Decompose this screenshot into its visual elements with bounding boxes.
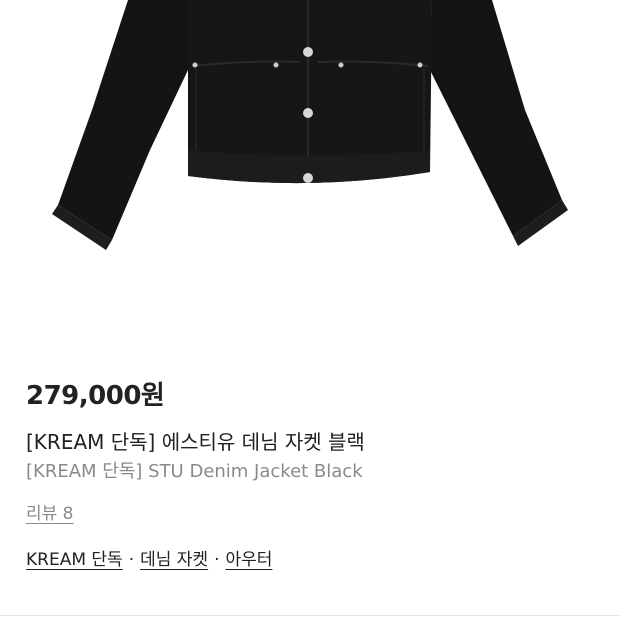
product-price: 279,000원 <box>26 381 165 411</box>
tag-kream-exclusive[interactable]: KREAM 단독 <box>26 550 123 570</box>
divider <box>0 615 620 616</box>
tag-outerwear[interactable]: 아우터 <box>225 550 272 570</box>
product-image[interactable] <box>0 0 620 345</box>
review-link[interactable]: 리뷰 8 <box>26 501 74 527</box>
tag-separator: · <box>128 550 135 570</box>
category-tags: KREAM 단독 · 데님 자켓 · 아우터 <box>26 547 600 573</box>
product-title-korean: [KREAM 단독] 에스티유 데님 자켓 블랙 <box>26 430 365 454</box>
tag-denim-jacket[interactable]: 데님 자켓 <box>140 550 208 570</box>
black-denim-jacket-image <box>52 0 568 250</box>
tag-separator: · <box>214 550 220 570</box>
product-title-english: [KREAM 단독] STU Denim Jacket Black <box>26 461 363 482</box>
product-info: 279,000원 [KREAM 단독] 에스티유 데님 자켓 블랙 [KREAM… <box>26 374 600 573</box>
